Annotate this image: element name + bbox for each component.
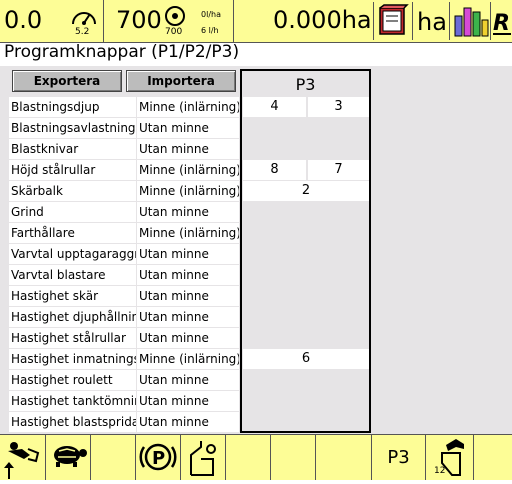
slow-mode-button[interactable]	[46, 435, 91, 480]
book-icon	[379, 4, 409, 35]
top-status-bar: 0.0 5.2 700 700 0l/ha 6 l/h 0.000ha ha R	[0, 0, 512, 43]
function-row-mode[interactable]: Minne (inlärning)	[137, 181, 239, 201]
area-display: 0.000ha	[233, 0, 373, 42]
rpm-display: 700 700 0l/ha 6 l/h	[103, 0, 234, 42]
bar-chart-button[interactable]	[449, 2, 490, 40]
rate-unit-bottom: 6 l/h	[201, 26, 219, 35]
function-row-mode[interactable]: Minne (inlärning)	[137, 349, 239, 369]
parking-brake-icon: P	[139, 443, 177, 471]
function-row-mode[interactable]: Utan minne	[137, 265, 239, 285]
book-icon-button[interactable]	[373, 2, 412, 40]
empty-button-1[interactable]	[91, 435, 136, 480]
hectare-label: ha	[417, 8, 447, 36]
function-row-name[interactable]: Farthållare	[9, 223, 136, 243]
page-counter: 12	[434, 466, 446, 476]
p3-value-cell[interactable]: 3	[308, 97, 369, 117]
turtle-icon	[54, 446, 87, 467]
function-row-name[interactable]: Blastknivar	[9, 139, 136, 159]
function-row-mode[interactable]: Utan minne	[137, 118, 239, 138]
function-row-mode[interactable]: Utan minne	[137, 412, 239, 432]
p3-value-cell[interactable]: 6	[243, 349, 369, 369]
p3-value-cell[interactable]: 8	[243, 160, 306, 180]
machine-arm-icon	[190, 441, 216, 476]
empty-button-3[interactable]	[271, 435, 316, 480]
parking-brake-button[interactable]: P	[136, 435, 181, 480]
function-row-mode[interactable]: Utan minne	[137, 391, 239, 411]
function-row-name[interactable]: Hastighet blastspridare	[9, 412, 136, 432]
function-row-name[interactable]: Hastighet djuphållningsrulle	[9, 307, 136, 327]
speed-sub-value: 5.2	[75, 27, 90, 37]
export-button[interactable]: Exportera	[12, 70, 122, 92]
rpm-value: 700	[116, 6, 162, 34]
function-row-name[interactable]: Blastningsavlastning	[9, 118, 136, 138]
function-row-mode[interactable]: Utan minne	[137, 244, 239, 264]
function-row-name[interactable]: Hastighet roulett	[9, 370, 136, 390]
empty-button-4[interactable]	[316, 435, 372, 480]
machine-function-button[interactable]	[181, 435, 226, 480]
function-row-mode[interactable]: Utan minne	[137, 328, 239, 348]
function-row-mode[interactable]: Minne (inlärning)	[137, 223, 239, 243]
function-row-name[interactable]: Blastningsdjup	[9, 97, 136, 117]
rpm-sub-value: 700	[165, 27, 183, 37]
speedometer-icon	[72, 12, 96, 25]
operator-mode-button[interactable]	[0, 435, 46, 480]
speed-value: 0.0	[4, 6, 43, 34]
area-value: 0.000ha	[273, 6, 372, 34]
r-logo-icon: R	[493, 11, 511, 36]
p3-value-cell[interactable]: 2	[243, 181, 369, 201]
function-row-name[interactable]: Varvtal blastare	[9, 265, 136, 285]
function-row-name[interactable]: Skärbalk	[9, 181, 136, 201]
rate-unit-top: 0l/ha	[201, 10, 221, 19]
p3-program-label: P3	[387, 447, 410, 468]
function-row-name[interactable]: Höjd stålrullar	[9, 160, 136, 180]
svg-text:R: R	[493, 11, 510, 36]
svg-text:P: P	[152, 448, 165, 469]
function-row-mode[interactable]: Minne (inlärning)	[137, 160, 239, 180]
rpm-gauge-icon	[165, 6, 185, 26]
function-row-mode[interactable]: Utan minne	[137, 139, 239, 159]
function-row-name[interactable]: Hastighet tanktömning	[9, 391, 136, 411]
next-page-button[interactable]: 12	[426, 435, 474, 480]
p3-value-cell[interactable]: 7	[308, 160, 369, 180]
function-row-name[interactable]: Hastighet stålrullar	[9, 328, 136, 348]
page-title: Programknappar (P1/P2/P3)	[4, 42, 240, 62]
person-arrow-icon	[4, 442, 40, 479]
function-row-name[interactable]: Hastighet skär	[9, 286, 136, 306]
p3-column: P3 43 872 6	[240, 69, 371, 433]
function-row-mode[interactable]: Utan minne	[137, 307, 239, 327]
function-row-name[interactable]: Hastighet inmatningsband	[9, 349, 136, 369]
hectare-button[interactable]: ha	[412, 2, 449, 40]
bar-chart-icon	[454, 7, 489, 37]
function-row-mode[interactable]: Minne (inlärning)	[137, 97, 239, 117]
function-row-mode[interactable]: Utan minne	[137, 202, 239, 222]
speed-display: 0.0 5.2	[0, 0, 104, 42]
function-row-name[interactable]: Varvtal upptagaraggregat	[9, 244, 136, 264]
bottom-toolbar: P P3 12	[0, 434, 512, 480]
empty-button-2[interactable]	[226, 435, 271, 480]
import-button[interactable]: Importera	[126, 70, 236, 92]
p3-value-cell[interactable]: 4	[243, 97, 306, 117]
function-row-mode[interactable]: Utan minne	[137, 286, 239, 306]
p3-program-button[interactable]: P3	[372, 435, 426, 480]
menu-button[interactable]: R	[490, 2, 512, 40]
p3-column-header: P3	[242, 71, 369, 98]
function-row-mode[interactable]: Utan minne	[137, 370, 239, 390]
function-row-name[interactable]: Grind	[9, 202, 136, 222]
